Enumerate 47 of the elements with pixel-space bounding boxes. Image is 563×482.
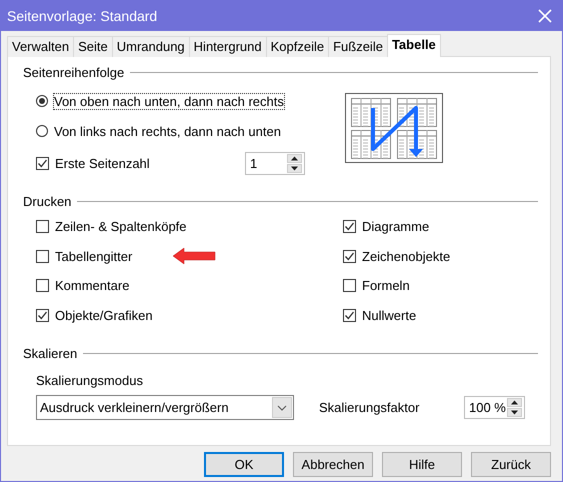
arrow-icon <box>172 247 216 266</box>
chevron-down-icon[interactable] <box>272 397 292 418</box>
checkbox-label: Nullwerte <box>362 308 416 323</box>
checkbox-label: Formeln <box>362 278 410 294</box>
radio-label: Von links nach rechts, dann nach unten <box>54 124 281 138</box>
checkbox-label: Diagramme <box>362 219 430 234</box>
tab[interactable]: Hintergrund <box>188 36 267 57</box>
tab[interactable]: Tabelle <box>386 34 441 57</box>
checkbox-label: Objekte/Grafiken <box>55 308 153 323</box>
checkbox[interactable] <box>343 279 356 292</box>
checkbox[interactable] <box>36 250 49 263</box>
number-field[interactable]: 1 <box>245 152 305 174</box>
checkbox[interactable] <box>343 220 356 234</box>
number-field[interactable]: 100 % <box>464 396 525 419</box>
section-heading: Drucken <box>23 194 72 209</box>
checkbox-label: Zeichenobjekte <box>362 248 450 264</box>
tab[interactable]: Fußzeile <box>328 36 388 57</box>
spin-arrows-icon[interactable] <box>507 398 522 417</box>
checkbox[interactable] <box>36 279 49 292</box>
close-icon[interactable] <box>538 9 552 23</box>
checkbox[interactable] <box>36 308 49 322</box>
checkbox[interactable] <box>343 250 356 263</box>
dialog-button[interactable]: Abbrechen <box>293 452 373 477</box>
field-label: Skalierungsmodus <box>36 373 143 388</box>
window-title: Seitenvorlage: Standard <box>7 8 158 24</box>
spin-arrows-icon[interactable] <box>287 154 302 172</box>
checkbox[interactable] <box>343 308 356 322</box>
tab[interactable]: Kopfzeile <box>266 36 330 57</box>
radio-button[interactable] <box>36 95 48 107</box>
dropdown[interactable]: Ausdruck verkleinern/vergrößern <box>36 395 294 420</box>
tab[interactable]: Verwalten <box>7 36 74 57</box>
checkbox-label: Zeilen- & Spaltenköpfe <box>55 219 187 234</box>
section-heading: Skalieren <box>23 346 78 361</box>
radio-button[interactable] <box>36 125 48 137</box>
tab[interactable]: Umrandung <box>112 36 190 57</box>
field-label: Skalierungsfaktor <box>319 400 420 415</box>
checkbox[interactable] <box>36 156 49 170</box>
checkbox-label: Kommentare <box>55 278 130 294</box>
section-heading: Seitenreihenfolge <box>23 65 124 80</box>
dialog-button[interactable]: Zurück <box>471 452 551 477</box>
checkbox[interactable] <box>36 220 49 234</box>
checkbox-label: Tabellengitter <box>55 248 132 264</box>
dialog-button[interactable]: OK <box>204 452 284 477</box>
dialog-button[interactable]: Hilfe <box>382 452 462 477</box>
checkbox-label: Erste Seitenzahl <box>55 156 151 170</box>
radio-label: Von oben nach unten, dann nach rechts <box>54 94 284 108</box>
tab[interactable]: Seite <box>73 36 113 57</box>
